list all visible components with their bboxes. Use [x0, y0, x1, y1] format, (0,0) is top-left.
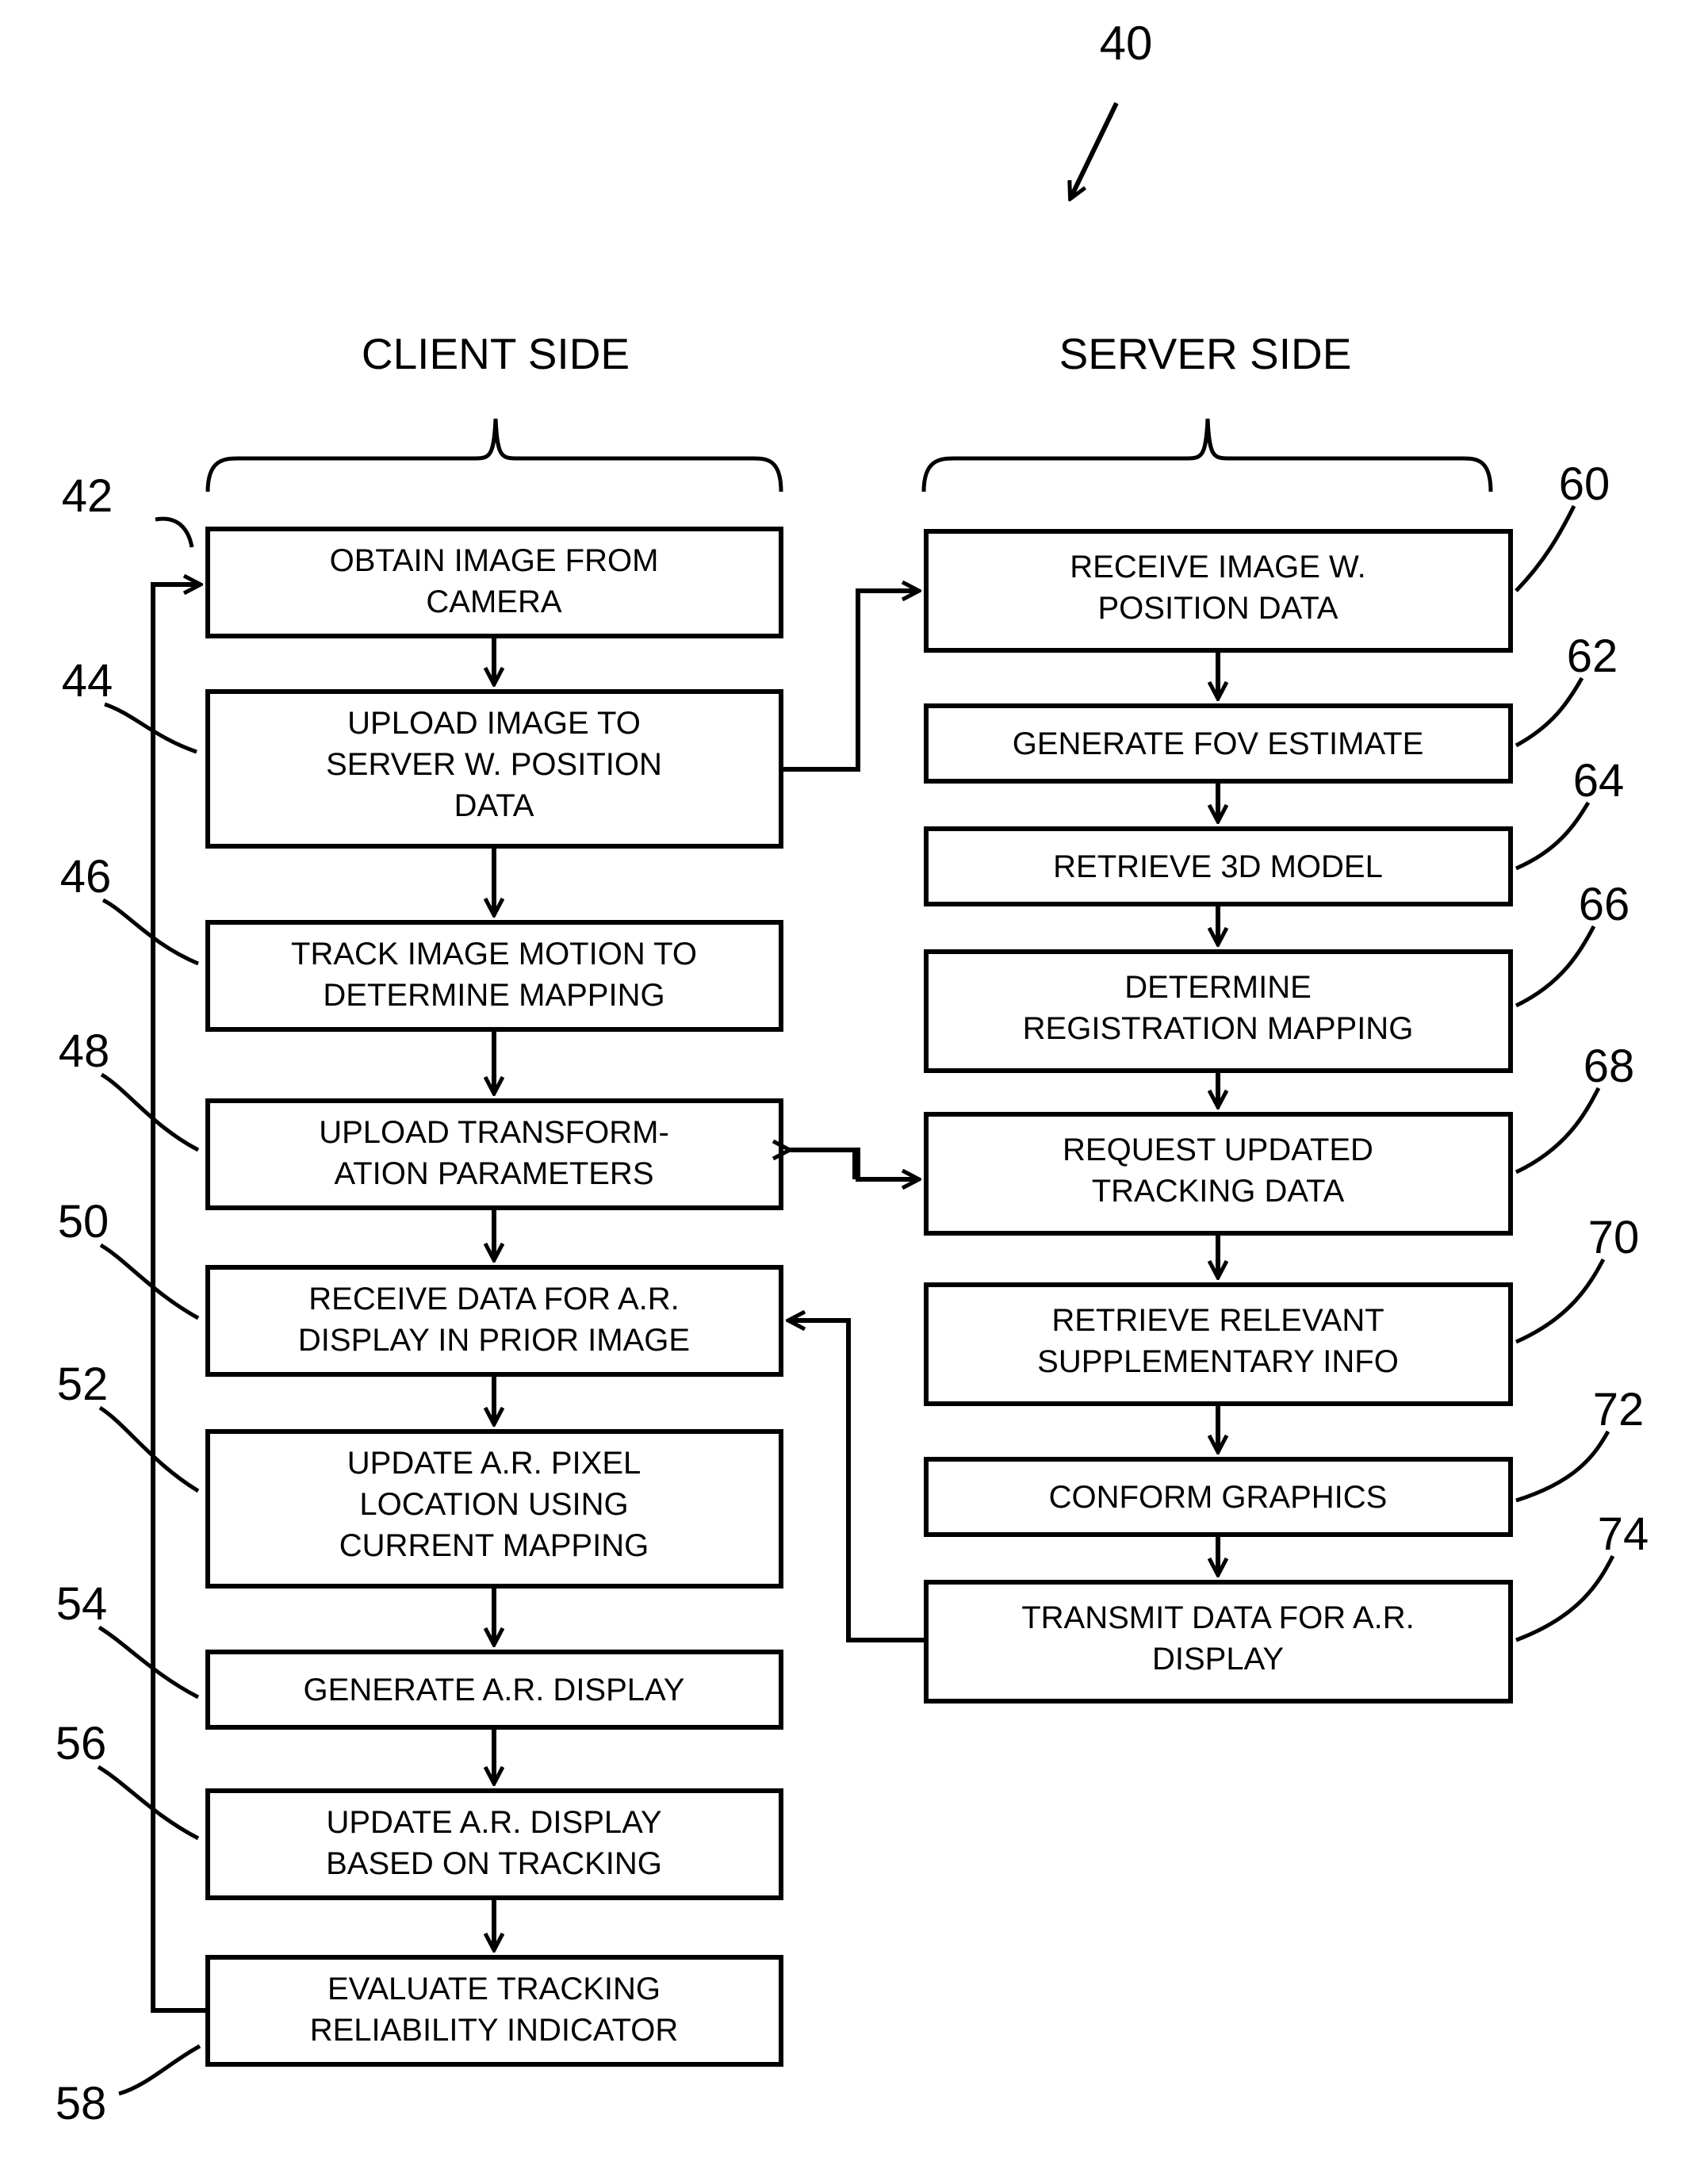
step-label-56-line1: UPDATE A.R. DISPLAY [326, 1805, 661, 1840]
leader-60 [1515, 504, 1576, 592]
step-label-58-line1: EVALUATE TRACKING [327, 1972, 661, 2006]
client-group-brace [205, 418, 783, 492]
connector-44-to-60 [781, 591, 918, 772]
patent-figure: 40 CLIENT SIDE SERVER SIDE OBTAIN IMAGE … [0, 0, 1708, 2173]
figure-leader-arrow [1070, 102, 1119, 198]
step-label-50-line2: DISPLAY IN PRIOR IMAGE [298, 1323, 690, 1358]
leader-74 [1515, 1554, 1615, 1642]
step-label-52-line2: LOCATION USING [359, 1487, 628, 1522]
server-flow-group [924, 529, 1513, 1704]
step-label-70-line1: RETRIEVE RELEVANT [1051, 1303, 1384, 1338]
ref-number-56: 56 [56, 1718, 107, 1769]
step-label-48-line2: ATION PARAMETERS [334, 1156, 653, 1191]
step-label-68-line1: REQUEST UPDATED [1063, 1132, 1373, 1167]
ref-number-42: 42 [62, 470, 113, 522]
ref-number-54: 54 [56, 1578, 108, 1630]
step-label-44-line3: DATA [454, 788, 534, 823]
step-label-44-line1: UPLOAD IMAGE TO [347, 706, 641, 741]
leader-72 [1515, 1430, 1610, 1503]
step-label-66-line2: REGISTRATION MAPPING [1023, 1011, 1414, 1046]
client-ref-numbers: 42 44 46 48 50 52 54 56 58 [56, 470, 113, 2129]
figure-number: 40 [1100, 17, 1153, 70]
client-ref-leaders [97, 516, 201, 2096]
step-label-66-line1: DETERMINE [1124, 970, 1312, 1005]
step-label-60-line2: POSITION DATA [1098, 591, 1338, 626]
step-label-52-line1: UPDATE A.R. PIXEL [347, 1446, 641, 1481]
ref-number-62: 62 [1567, 630, 1618, 682]
ref-number-66: 66 [1579, 879, 1630, 930]
step-label-48-line1: UPLOAD TRANSFORM- [319, 1115, 669, 1150]
step-label-42-line2: CAMERA [426, 584, 561, 619]
ref-number-70: 70 [1588, 1212, 1640, 1263]
client-column-header: CLIENT SIDE [362, 329, 630, 378]
leader-62 [1515, 676, 1584, 748]
leader-54 [98, 1625, 200, 1700]
leader-64 [1515, 801, 1591, 871]
ref-number-50: 50 [58, 1196, 109, 1247]
leader-56 [97, 1765, 200, 1841]
step-label-56-line2: BASED ON TRACKING [326, 1846, 662, 1881]
ref-number-72: 72 [1593, 1384, 1645, 1435]
ref-number-52: 52 [57, 1359, 109, 1410]
step-label-44-line2: SERVER W. POSITION [326, 747, 662, 782]
leader-66 [1515, 925, 1596, 1008]
step-label-46-line2: DETERMINE MAPPING [323, 978, 664, 1013]
leader-50 [99, 1243, 200, 1320]
step-label-54-line1: GENERATE A.R. DISPLAY [304, 1673, 685, 1707]
leader-70 [1515, 1258, 1606, 1344]
step-label-72-line1: CONFORM GRAPHICS [1049, 1480, 1388, 1515]
step-label-46-line1: TRACK IMAGE MOTION TO [291, 937, 697, 972]
leader-42 [155, 516, 194, 548]
ref-number-68: 68 [1584, 1041, 1635, 1092]
step-label-64-line1: RETRIEVE 3D MODEL [1053, 849, 1383, 884]
ref-number-58: 58 [56, 2078, 107, 2129]
flowchart-canvas: 40 CLIENT SIDE SERVER SIDE OBTAIN IMAGE … [56, 17, 1649, 2129]
step-label-74-line1: TRANSMIT DATA FOR A.R. [1021, 1600, 1415, 1635]
step-label-42-line1: OBTAIN IMAGE FROM [330, 543, 659, 578]
leader-52 [98, 1405, 200, 1493]
leader-48 [100, 1072, 200, 1152]
leader-58 [118, 2044, 201, 2096]
connector-74-to-50 [789, 1320, 926, 1642]
leader-68 [1515, 1086, 1601, 1175]
feedback-loop-58-to-42 [151, 584, 208, 2013]
server-ref-numbers: 60 62 64 66 68 70 72 74 [1559, 458, 1649, 1560]
step-label-50-line1: RECEIVE DATA FOR A.R. [308, 1282, 680, 1316]
step-label-58-line2: RELIABILITY INDICATOR [310, 2013, 679, 2048]
step-label-62-line1: GENERATE FOV ESTIMATE [1013, 726, 1424, 761]
step-label-68-line2: TRACKING DATA [1092, 1174, 1345, 1209]
ref-number-64: 64 [1573, 755, 1625, 807]
ref-number-60: 60 [1559, 458, 1610, 510]
ref-number-48: 48 [59, 1025, 110, 1077]
server-column-header: SERVER SIDE [1059, 329, 1352, 378]
step-label-60-line1: RECEIVE IMAGE W. [1070, 550, 1365, 584]
ref-number-74: 74 [1598, 1508, 1649, 1560]
step-label-74-line2: DISPLAY [1152, 1642, 1284, 1677]
ref-number-46: 46 [60, 851, 112, 903]
step-label-52-line3: CURRENT MAPPING [339, 1528, 649, 1563]
step-label-70-line2: SUPPLEMENTARY INFO [1037, 1344, 1399, 1379]
server-group-brace [921, 418, 1493, 492]
client-box-labels: OBTAIN IMAGE FROM CAMERA UPLOAD IMAGE TO… [291, 543, 697, 2048]
ref-number-44: 44 [62, 655, 113, 707]
